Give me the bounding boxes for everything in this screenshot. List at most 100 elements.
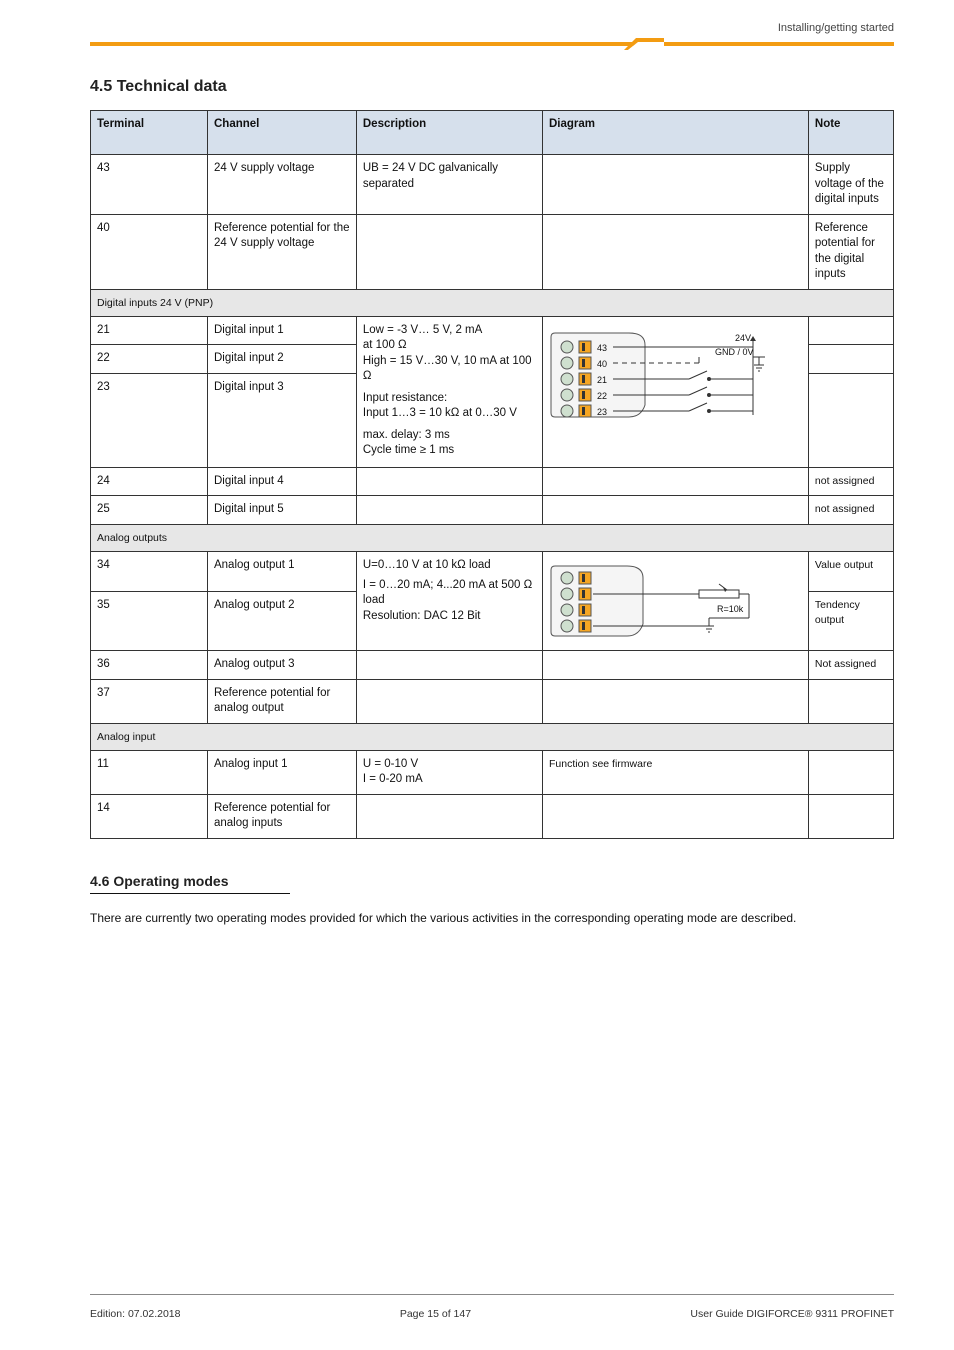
th-channel: Channel [207,111,356,155]
th-note: Note [808,111,893,155]
desc-line: Resolution: DAC 12 Bit [363,609,536,625]
cell-diagram: R=10k [543,552,809,651]
svg-text:GND / 0V: GND / 0V [715,347,754,357]
desc-line: Low = -3 V… 5 V, 2 mA [363,323,536,339]
cell-channel: Digital input 4 [207,467,356,496]
cell-desc: U = 0-10 V I = 0-20 mA [356,750,542,794]
subsection-underline [90,893,290,894]
cell-desc [356,679,542,723]
cell-diagram [543,214,809,289]
desc-line: I = 0…20 mA; 4...20 mA at 500 Ω load [363,578,536,609]
svg-text:43: 43 [597,343,607,353]
table-row: 14 Reference potential for analog inputs [91,794,894,838]
cell-terminal: 37 [91,679,208,723]
cell-terminal: 25 [91,496,208,525]
cell-note [808,794,893,838]
desc-line: Cycle time ≥ 1 ms [363,443,536,459]
cell-note [808,750,893,794]
cell-diagram [543,651,809,680]
desc-line: U=0…10 V at 10 kΩ load [363,558,536,574]
svg-text:40: 40 [597,359,607,369]
cell-terminal: 23 [91,373,208,467]
page: Installing/getting started 4.5 Technical… [0,0,954,1350]
table-row: 37 Reference potential for analog output [91,679,894,723]
cell-channel: Analog input 1 [207,750,356,794]
analog-outputs-diagram: R=10k [549,558,802,644]
svg-text:R=10k: R=10k [717,604,744,614]
desc-line: I = 0-20 mA [363,772,536,788]
cell-desc: U=0…10 V at 10 kΩ load I = 0…20 mA; 4...… [356,552,542,651]
cell-note: not assigned [808,496,893,525]
cell-note: not assigned [808,467,893,496]
section-row-analog-input: Analog input [91,723,894,750]
cell-terminal: 22 [91,345,208,374]
spec-table: Terminal Channel Description Diagram Not… [90,110,894,839]
cell-diagram [543,467,809,496]
cell-terminal: 40 [91,214,208,289]
cell-desc [356,496,542,525]
cell-channel: Reference potential for analog inputs [207,794,356,838]
cell-diagram: 43 40 21 [543,316,809,467]
section-label: Analog input [91,723,894,750]
digital-inputs-diagram: 43 40 21 [549,323,802,427]
desc-line: U = 0-10 V [363,757,536,773]
cell-note [808,679,893,723]
cell-desc [356,467,542,496]
section-label: Digital inputs 24 V (PNP) [91,289,894,316]
desc-line: max. delay: 3 ms [363,428,536,444]
desc-line: Input resistance: [363,391,536,407]
cell-terminal: 14 [91,794,208,838]
cell-diagram: Function see firmware [543,750,809,794]
footer-rule [90,1294,894,1295]
cell-note: Reference potential for the digital inpu… [808,214,893,289]
desc-line: at 100 Ω [363,338,536,354]
body-paragraph: There are currently two operating modes … [90,910,894,927]
cell-channel: Digital input 1 [207,316,356,345]
cell-note [808,373,893,467]
cell-note [808,345,893,374]
table-row: 43 24 V supply voltage UB = 24 V DC galv… [91,155,894,215]
cell-channel: Reference potential for analog output [207,679,356,723]
cell-diagram [543,496,809,525]
cell-desc [356,794,542,838]
cell-desc [356,651,542,680]
section-title: 4.5 Technical data [90,78,894,96]
subsection-title: 4.6 Operating modes [90,873,894,889]
rule-notch-icon [624,38,664,50]
svg-text:24V: 24V [735,333,751,343]
table-row: 24 Digital input 4 not assigned [91,467,894,496]
footer: Edition: 07.02.2018 Page 15 of 147 User … [90,1308,894,1320]
cell-channel: 24 V supply voltage [207,155,356,215]
svg-text:22: 22 [597,391,607,401]
th-desc: Description [356,111,542,155]
svg-text:21: 21 [597,375,607,385]
table-row: 21 Digital input 1 Low = -3 V… 5 V, 2 mA… [91,316,894,345]
cell-channel: Reference potential for the 24 V supply … [207,214,356,289]
cell-diagram [543,155,809,215]
footer-right: User Guide DIGIFORCE® 9311 PROFINET [690,1308,894,1320]
footer-left: Edition: 07.02.2018 [90,1308,181,1320]
section-row-digital-inputs: Digital inputs 24 V (PNP) [91,289,894,316]
cell-channel: Analog output 1 [207,552,356,592]
cell-terminal: 11 [91,750,208,794]
cell-channel: Digital input 3 [207,373,356,467]
cell-terminal: 24 [91,467,208,496]
cell-terminal: 36 [91,651,208,680]
svg-text:23: 23 [597,407,607,417]
section-label: Analog outputs [91,524,894,551]
cell-diagram [543,679,809,723]
cell-diagram [543,794,809,838]
cell-channel: Digital input 5 [207,496,356,525]
th-diagram: Diagram [543,111,809,155]
cell-terminal: 35 [91,592,208,651]
cell-note: Value output [808,552,893,592]
cell-terminal: 43 [91,155,208,215]
table-row: 34 Analog output 1 U=0…10 V at 10 kΩ loa… [91,552,894,592]
section-row-analog-outputs: Analog outputs [91,524,894,551]
table-header-row: Terminal Channel Description Diagram Not… [91,111,894,155]
cell-channel: Analog output 3 [207,651,356,680]
table-row: 36 Analog output 3 Not assigned [91,651,894,680]
footer-center: Page 15 of 147 [400,1308,471,1320]
orange-rule [90,42,894,46]
th-terminal: Terminal [91,111,208,155]
